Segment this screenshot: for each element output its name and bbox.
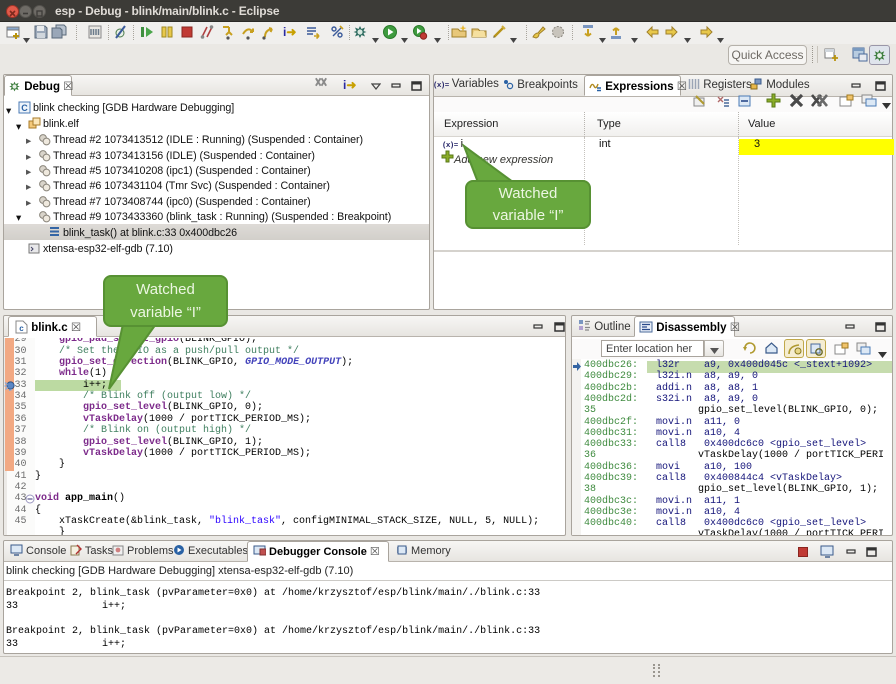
svg-text:C: C xyxy=(21,103,28,113)
svg-text:c: c xyxy=(19,324,24,333)
